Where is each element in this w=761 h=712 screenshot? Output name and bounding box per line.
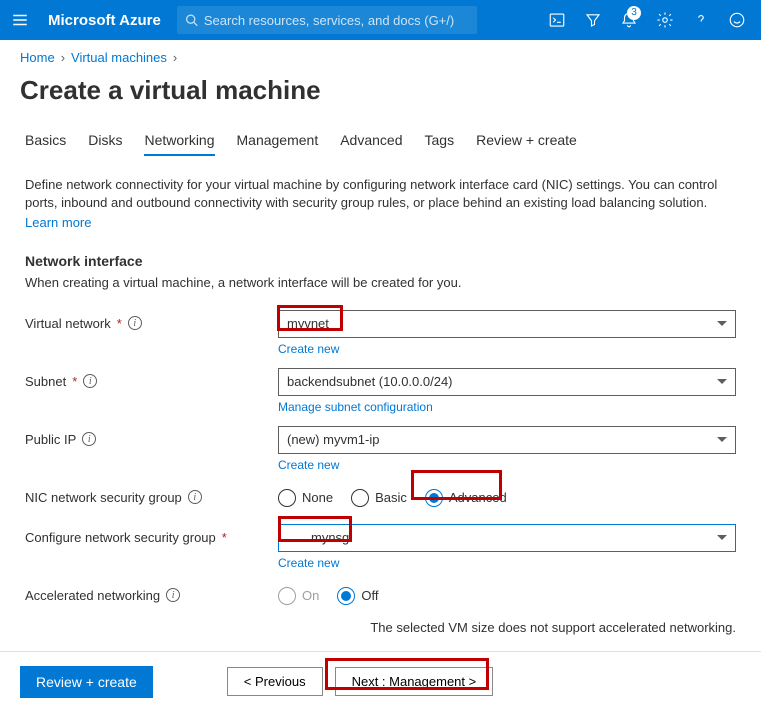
row-subnet: Subnet* i backendsubnet (10.0.0.0/24) Ma… xyxy=(0,362,761,420)
info-icon[interactable]: i xyxy=(83,374,97,388)
label-accel: Accelerated networking i xyxy=(25,582,278,603)
nsg-radio-basic[interactable]: Basic xyxy=(351,489,407,507)
tab-description: Define network connectivity for your vir… xyxy=(0,162,761,237)
public-ip-select[interactable]: (new) myvm1-ip xyxy=(278,426,736,454)
tab-advanced[interactable]: Advanced xyxy=(340,126,402,156)
next-button[interactable]: Next : Management > xyxy=(335,667,494,696)
top-bar: Microsoft Azure 3 xyxy=(0,0,761,40)
nsg-radio-advanced[interactable]: Advanced xyxy=(425,489,507,507)
accel-radio-group: On Off xyxy=(278,582,736,610)
notifications-icon[interactable]: 3 xyxy=(613,4,645,36)
manage-subnet-link[interactable]: Manage subnet configuration xyxy=(278,400,736,414)
info-icon[interactable]: i xyxy=(128,316,142,330)
row-virtual-network: Virtual network* i myvnet Create new xyxy=(0,304,761,362)
accel-radio-on: On xyxy=(278,587,319,605)
accel-note: The selected VM size does not support ac… xyxy=(0,616,761,635)
breadcrumb-home[interactable]: Home xyxy=(20,50,55,65)
config-nsg-value: mynsg xyxy=(287,530,349,545)
chevron-down-icon xyxy=(717,437,727,442)
accel-radio-off[interactable]: Off xyxy=(337,587,378,605)
vnet-create-new-link[interactable]: Create new xyxy=(278,342,736,356)
row-accel-networking: Accelerated networking i On Off xyxy=(0,576,761,616)
label-public-ip: Public IP i xyxy=(25,426,278,447)
config-nsg-select[interactable]: mynsg xyxy=(278,524,736,552)
label-vnet: Virtual network* i xyxy=(25,310,278,331)
vnet-select[interactable]: myvnet xyxy=(278,310,736,338)
public-ip-value: (new) myvm1-ip xyxy=(287,432,379,447)
subnet-value: backendsubnet (10.0.0.0/24) xyxy=(287,374,453,389)
global-search[interactable] xyxy=(177,6,477,34)
notification-badge: 3 xyxy=(627,6,641,20)
label-subnet: Subnet* i xyxy=(25,368,278,389)
row-nic-nsg: NIC network security group i None Basic … xyxy=(0,478,761,518)
description-text: Define network connectivity for your vir… xyxy=(25,177,717,210)
nsg-create-new-link[interactable]: Create new xyxy=(278,556,736,570)
publicip-create-new-link[interactable]: Create new xyxy=(278,458,736,472)
row-public-ip: Public IP i (new) myvm1-ip Create new xyxy=(0,420,761,478)
breadcrumb: Home › Virtual machines › xyxy=(0,40,761,69)
search-icon xyxy=(185,13,198,27)
brand-label[interactable]: Microsoft Azure xyxy=(40,12,169,29)
tab-tags[interactable]: Tags xyxy=(425,126,455,156)
label-config-nsg: Configure network security group* xyxy=(25,524,278,545)
info-icon[interactable]: i xyxy=(82,432,96,446)
hamburger-menu-icon[interactable] xyxy=(8,8,32,32)
previous-button[interactable]: < Previous xyxy=(227,667,323,696)
tab-management[interactable]: Management xyxy=(237,126,319,156)
learn-more-link[interactable]: Learn more xyxy=(25,212,736,232)
chevron-down-icon xyxy=(717,321,727,326)
page-title: Create a virtual machine xyxy=(0,69,761,126)
vnet-value: myvnet xyxy=(287,316,329,331)
tab-review[interactable]: Review + create xyxy=(476,126,577,156)
wizard-tabs: Basics Disks Networking Management Advan… xyxy=(0,126,761,156)
nsg-radio-group: None Basic Advanced xyxy=(278,484,736,512)
tab-networking[interactable]: Networking xyxy=(144,126,214,156)
info-icon[interactable]: i xyxy=(188,490,202,504)
cloud-shell-icon[interactable] xyxy=(541,4,573,36)
feedback-icon[interactable] xyxy=(721,4,753,36)
topbar-icons: 3 xyxy=(541,4,753,36)
settings-icon[interactable] xyxy=(649,4,681,36)
section-heading: Network interface xyxy=(0,237,761,275)
nsg-radio-none[interactable]: None xyxy=(278,489,333,507)
directory-filter-icon[interactable] xyxy=(577,4,609,36)
breadcrumb-vms[interactable]: Virtual machines xyxy=(71,50,167,65)
wizard-footer: Review + create < Previous Next : Manage… xyxy=(0,651,761,712)
chevron-down-icon xyxy=(717,535,727,540)
label-nic-nsg: NIC network security group i xyxy=(25,484,278,505)
tab-basics[interactable]: Basics xyxy=(25,126,66,156)
chevron-right-icon: › xyxy=(173,50,177,65)
help-icon[interactable] xyxy=(685,4,717,36)
subnet-select[interactable]: backendsubnet (10.0.0.0/24) xyxy=(278,368,736,396)
row-config-nsg: Configure network security group* mynsg … xyxy=(0,518,761,576)
section-subtext: When creating a virtual machine, a netwo… xyxy=(0,275,761,304)
info-icon[interactable]: i xyxy=(166,588,180,602)
chevron-right-icon: › xyxy=(61,50,65,65)
global-search-input[interactable] xyxy=(204,13,469,28)
tab-disks[interactable]: Disks xyxy=(88,126,122,156)
chevron-down-icon xyxy=(717,379,727,384)
